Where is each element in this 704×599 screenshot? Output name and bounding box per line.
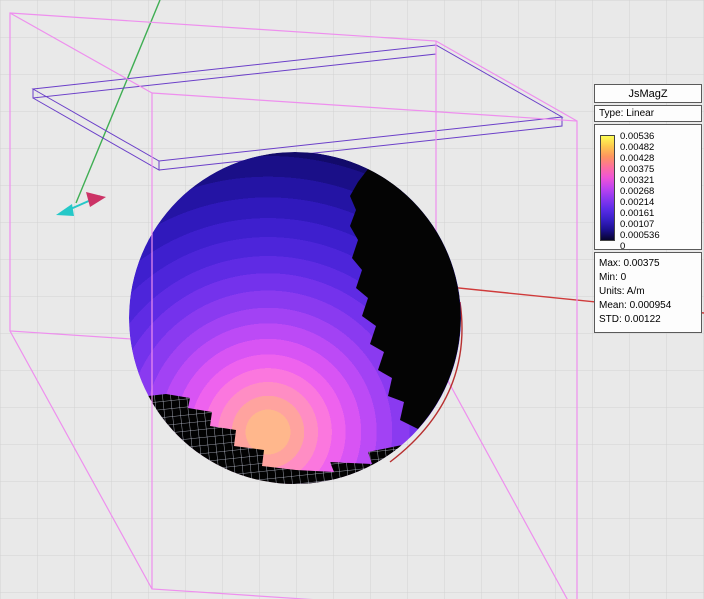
legend-title: JsMagZ <box>594 84 702 103</box>
tick-label: 0.00321 <box>620 175 660 186</box>
stat-mean: Mean: 0.000954 <box>599 299 697 313</box>
tick-label: 0.00107 <box>620 219 660 230</box>
legend-panel[interactable]: JsMagZ Type: Linear 0.00536 0.00482 0.00… <box>594 84 702 335</box>
field-plot-sphere[interactable] <box>129 152 461 484</box>
tick-label: 0.00482 <box>620 142 660 153</box>
tick-label: 0.00214 <box>620 197 660 208</box>
legend-scale-type: Type: Linear <box>594 105 702 122</box>
tick-label: 0.00536 <box>620 131 660 142</box>
tick-label: 0.00268 <box>620 186 660 197</box>
stat-units: Units: A/m <box>599 285 697 299</box>
legend-stats-box: Max: 0.00375 Min: 0 Units: A/m Mean: 0.0… <box>594 252 702 333</box>
legend-scale-box: 0.00536 0.00482 0.00428 0.00375 0.00321 … <box>594 124 702 250</box>
stat-min: Min: 0 <box>599 271 697 285</box>
tick-label: 0.00161 <box>620 208 660 219</box>
legend-tick-labels: 0.00536 0.00482 0.00428 0.00375 0.00321 … <box>620 131 660 243</box>
stat-std: STD: 0.00122 <box>599 313 697 327</box>
stat-max: Max: 0.00375 <box>599 257 697 271</box>
modeler-viewport[interactable]: JsMagZ Type: Linear 0.00536 0.00482 0.00… <box>0 0 704 599</box>
legend-colorbar <box>600 135 615 241</box>
tick-label: 0.000536 <box>620 230 660 241</box>
tick-label: 0 <box>620 241 660 252</box>
tick-label: 0.00428 <box>620 153 660 164</box>
tick-label: 0.00375 <box>620 164 660 175</box>
